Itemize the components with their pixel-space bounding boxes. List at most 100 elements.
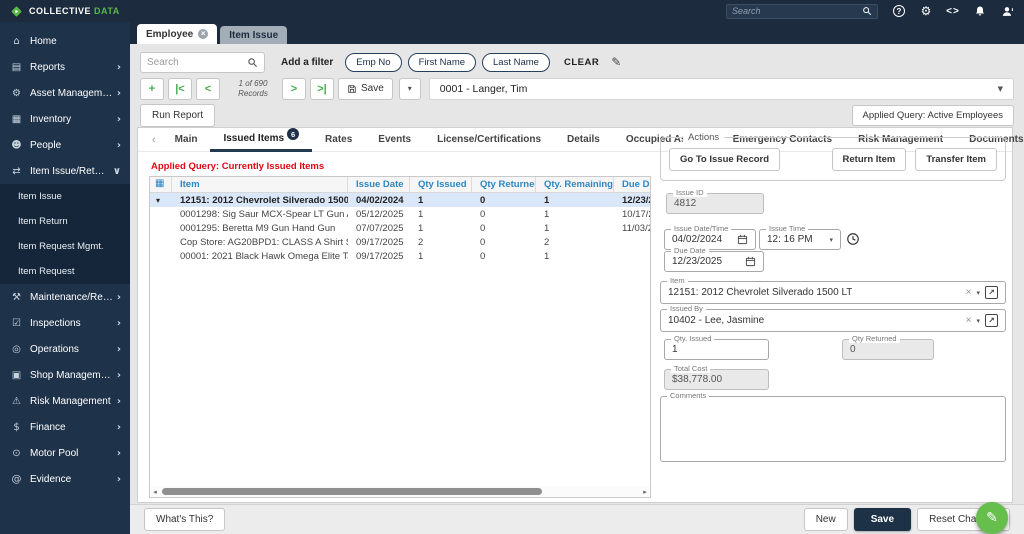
add-record-button[interactable]: + [140, 78, 164, 100]
save-button[interactable]: Save [854, 508, 911, 531]
table-row[interactable]: 0001298: Sig Saur MCX-Spear LT Gun AR 05… [150, 207, 651, 221]
tab-license-certifications[interactable]: License/Certifications [424, 128, 554, 152]
clear-item-icon[interactable]: × [966, 287, 972, 298]
sidebar-item-home[interactable]: ⌂Home [0, 28, 130, 54]
column-header-due-date[interactable]: Due Date [614, 177, 651, 192]
open-issued-by-record-icon[interactable]: ↗ [985, 314, 998, 327]
scroll-right-arrow-icon[interactable]: ▸ [640, 488, 650, 496]
next-record-button[interactable]: > [282, 78, 306, 100]
filter-pill-emp-no[interactable]: Emp No [345, 53, 401, 72]
first-record-button[interactable]: |< [168, 78, 192, 100]
record-search[interactable] [140, 52, 265, 73]
column-header-issue-date[interactable]: Issue Date [348, 177, 410, 192]
new-button[interactable]: New [804, 508, 848, 531]
tab-issued-items[interactable]: Issued Items6 [210, 128, 312, 152]
sidebar-item-item-issue[interactable]: Item Issue [0, 184, 130, 209]
document-tab-bar: Employee × Item Issue [130, 22, 1024, 44]
comments-textarea[interactable] [661, 397, 1005, 461]
column-header-qty-returned[interactable]: Qty Returned [472, 177, 536, 192]
global-search[interactable] [726, 4, 878, 19]
save-options-dropdown[interactable]: ▾ [399, 78, 421, 100]
table-row[interactable]: 00001: 2021 Black Hawk Omega Elite Tacti… [150, 249, 651, 263]
help-icon[interactable]: ? [892, 4, 906, 18]
close-tab-icon[interactable]: × [198, 29, 208, 39]
previous-record-button[interactable]: < [196, 78, 220, 100]
issued-by-dropdown-icon[interactable]: ▾ [976, 317, 980, 325]
go-to-issue-record-button[interactable]: Go To Issue Record [669, 148, 780, 171]
edit-filters-pencil-icon[interactable]: ✎ [611, 55, 621, 69]
search-icon[interactable] [862, 6, 872, 16]
settings-gear-icon[interactable]: ⚙ [919, 4, 933, 18]
sidebar-item-item-return[interactable]: Item Return [0, 209, 130, 234]
edit-fab-pencil-icon[interactable]: ✎ [976, 502, 1008, 534]
global-search-input[interactable] [732, 6, 862, 16]
sidebar-item-inventory[interactable]: ▦Inventory› [0, 106, 130, 132]
table-row[interactable]: Cop Store: AG20BPD1: CLASS A Shirt Small… [150, 235, 651, 249]
calendar-icon[interactable] [737, 234, 748, 245]
clear-filters-button[interactable]: CLEAR [564, 57, 599, 68]
sidebar-item-evidence[interactable]: @Evidence› [0, 466, 130, 492]
tab-events[interactable]: Events [365, 128, 424, 152]
due-date-field[interactable]: Due Date 12/23/2025 [664, 251, 764, 272]
open-item-record-icon[interactable]: ↗ [985, 286, 998, 299]
sidebar-item-finance[interactable]: $Finance› [0, 414, 130, 440]
record-selector-combobox[interactable]: 0001 - Langer, Tim ▼ [429, 78, 1014, 100]
return-item-button[interactable]: Return Item [832, 148, 907, 171]
clear-issued-by-icon[interactable]: × [966, 315, 972, 326]
transfer-item-button[interactable]: Transfer Item [915, 148, 997, 171]
sidebar-item-shop-management[interactable]: ▣Shop Management› [0, 362, 130, 388]
sidebar-item-maintenance-repairs[interactable]: ⚒Maintenance/Repairs› [0, 284, 130, 310]
clock-icon[interactable] [846, 232, 860, 251]
tab-item-issue[interactable]: Item Issue [220, 26, 287, 44]
record-search-input[interactable] [147, 57, 247, 68]
sidebar-item-inspections[interactable]: ☑Inspections› [0, 310, 130, 336]
column-header-qty-issued[interactable]: Qty Issued [410, 177, 472, 192]
applied-query-button[interactable]: Applied Query: Active Employees [852, 105, 1014, 126]
scrollbar-thumb[interactable] [162, 488, 542, 495]
sidebar-item-motor-pool[interactable]: ⊙Motor Pool› [0, 440, 130, 466]
whats-this-button[interactable]: What's This? [144, 508, 225, 531]
sidebar-item-reports[interactable]: ▤Reports› [0, 54, 130, 80]
column-header-qty-remaining[interactable]: Qty. Remaining [536, 177, 614, 192]
column-chooser-grid-icon[interactable]: ▦ [150, 177, 172, 192]
item-combobox[interactable]: Item 12151: 2012 Chevrolet Silverado 150… [660, 281, 1006, 304]
sidebar-item-item-issue-return[interactable]: ⇄Item Issue/Return∨ [0, 158, 130, 184]
filter-pill-last-name[interactable]: Last Name [482, 53, 550, 72]
search-icon[interactable] [247, 57, 258, 68]
calendar-icon[interactable] [745, 256, 756, 267]
sidebar-item-people[interactable]: ☻People› [0, 132, 130, 158]
column-header-item[interactable]: Item [172, 177, 348, 192]
chevron-right-icon: › [113, 140, 121, 151]
tab-scroll-left-icon[interactable]: ‹ [146, 134, 162, 146]
notifications-bell-icon[interactable] [973, 4, 987, 18]
table-row[interactable]: 0001295: Beretta M9 Gun Hand Gun 07/07/2… [150, 221, 651, 235]
row-expander-icon[interactable]: ▾ [150, 196, 172, 205]
qty-issued-field[interactable]: Qty. Issued 1 [664, 339, 769, 360]
combobox-arrow-icon[interactable]: ▼ [998, 85, 1003, 93]
comments-field[interactable]: Comments [660, 396, 1006, 462]
item-dropdown-icon[interactable]: ▾ [976, 289, 980, 297]
sidebar-item-asset-management[interactable]: ⚙Asset Management› [0, 80, 130, 106]
sidebar-item-item-request-mgmt[interactable]: Item Request Mgmt. [0, 234, 130, 259]
time-dropdown-icon[interactable]: ▾ [829, 236, 833, 244]
issued-by-combobox[interactable]: Issued By 10402 - Lee, Jasmine × ▾ ↗ [660, 309, 1006, 332]
horizontal-scrollbar[interactable]: ◂ ▸ [149, 486, 651, 498]
save-record-button[interactable]: Save [338, 78, 393, 100]
table-row[interactable]: ▾ 12151: 2012 Chevrolet Silverado 1500 L… [150, 193, 651, 207]
last-record-button[interactable]: >| [310, 78, 334, 100]
tab-rates[interactable]: Rates [312, 128, 365, 152]
main-content: Add a filter Emp No First Name Last Name… [130, 44, 1024, 504]
tab-details[interactable]: Details [554, 128, 613, 152]
run-report-button[interactable]: Run Report [140, 104, 215, 127]
tab-main[interactable]: Main [162, 128, 211, 152]
issue-time-field[interactable]: Issue Time 12: 16 PM ▾ [759, 229, 841, 250]
scroll-left-arrow-icon[interactable]: ◂ [150, 488, 160, 496]
tab-employee[interactable]: Employee × [137, 24, 217, 44]
sidebar-item-operations[interactable]: ◎Operations› [0, 336, 130, 362]
sidebar-item-item-request[interactable]: Item Request [0, 259, 130, 284]
sidebar-item-risk-management[interactable]: ⚠Risk Management› [0, 388, 130, 414]
user-account-icon[interactable] [1000, 4, 1014, 18]
asset-management-icon: ⚙ [9, 88, 24, 99]
filter-pill-first-name[interactable]: First Name [408, 53, 476, 72]
code-icon[interactable]: <> [946, 4, 960, 18]
